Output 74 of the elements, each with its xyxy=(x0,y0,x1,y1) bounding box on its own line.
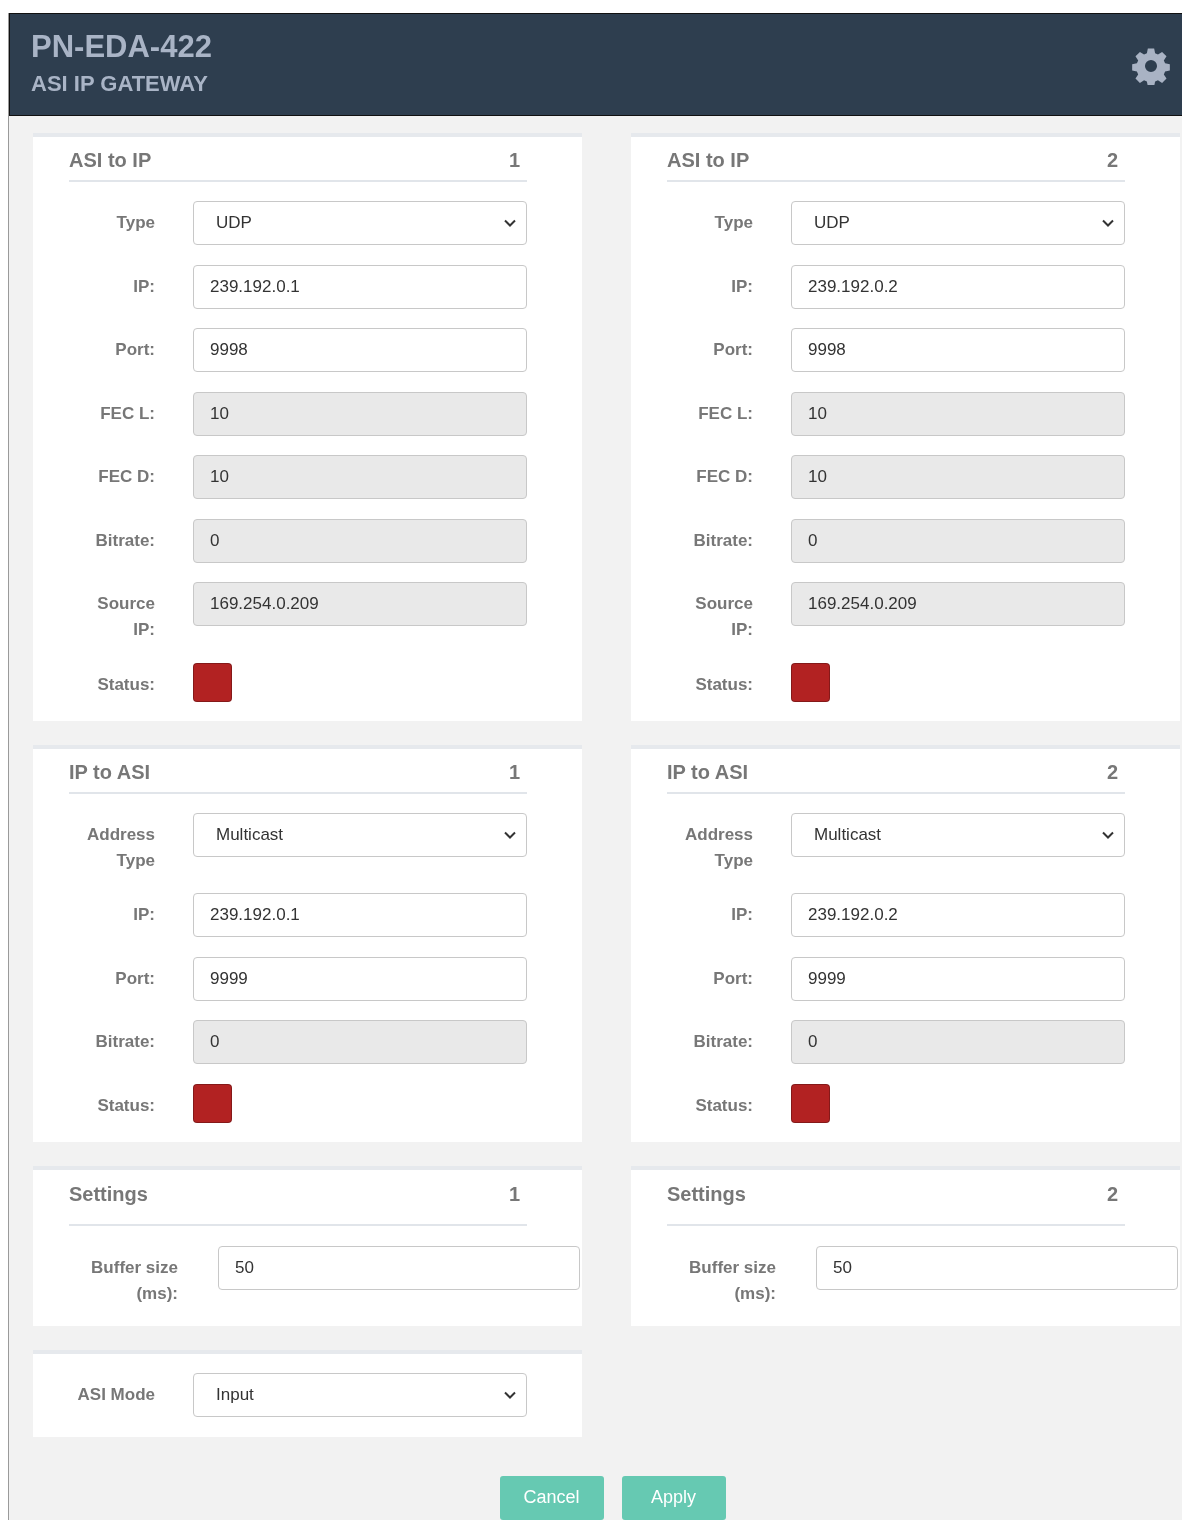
field-label: IP: xyxy=(132,275,155,298)
field-label: Bitrate: xyxy=(692,1031,753,1053)
input-field[interactable]: 9998 xyxy=(193,328,527,372)
panel-number: 1 xyxy=(508,1182,520,1206)
chevron-icon xyxy=(504,830,516,839)
input-field[interactable]: 239.192.0.2 xyxy=(791,264,1125,309)
panel-title: ASI to IP xyxy=(667,149,750,172)
input-field[interactable]: 10 xyxy=(193,455,527,499)
input-field[interactable]: 10 xyxy=(791,455,1125,499)
chevron-icon xyxy=(1102,219,1114,227)
field-label: Source IP: xyxy=(96,593,155,641)
field-label: Type xyxy=(713,212,753,234)
chevron-icon xyxy=(1102,830,1114,839)
field-label: IP: xyxy=(730,904,753,926)
chevron-icon xyxy=(504,1390,516,1399)
panel-number: 1 xyxy=(508,760,520,784)
input-field[interactable]: 0 xyxy=(193,1020,527,1064)
field-label: Address Type xyxy=(85,823,155,872)
input-field[interactable]: 50 xyxy=(218,1245,580,1290)
field-label: Port: xyxy=(114,339,155,361)
input-field[interactable]: 50 xyxy=(816,1245,1178,1290)
field-label: Bitrate: xyxy=(94,1031,155,1053)
device-title: PN-EDA-422 xyxy=(31,28,212,65)
field-label: Status: xyxy=(96,1094,155,1117)
panel-title: Settings xyxy=(69,1182,148,1206)
field-label: IP: xyxy=(132,904,155,926)
field-label: Type xyxy=(115,212,155,234)
panel-number: 2 xyxy=(1106,1182,1118,1206)
field-label: Buffer size (ms): xyxy=(688,1256,776,1305)
field-label: FEC L: xyxy=(697,402,753,425)
dropdown[interactable]: UDP xyxy=(791,201,1125,245)
field-label: Status: xyxy=(96,673,155,696)
field-label: Bitrate: xyxy=(692,529,753,552)
field-label: Buffer size (ms): xyxy=(90,1256,178,1305)
input-field[interactable]: 0 xyxy=(193,518,527,563)
field-label: Port: xyxy=(712,967,753,990)
field-label: Status: xyxy=(694,673,753,696)
field-label: Port: xyxy=(712,339,753,361)
field-label: Address Type xyxy=(683,823,753,872)
panel-number: 2 xyxy=(1106,760,1118,784)
panel-title: IP to ASI xyxy=(667,760,749,784)
field-label: ASI Mode xyxy=(76,1383,155,1406)
field-label: Bitrate: xyxy=(94,529,155,552)
field-label: Source IP: xyxy=(694,593,753,641)
input-field[interactable]: 239.192.0.1 xyxy=(193,893,527,937)
field-label: FEC D: xyxy=(97,466,155,488)
input-field[interactable]: 169.254.0.209 xyxy=(791,582,1125,626)
dropdown[interactable]: UDP xyxy=(193,201,527,245)
input-field[interactable]: 10 xyxy=(791,391,1125,436)
panel-title: Settings xyxy=(667,1182,746,1206)
field-label: FEC D: xyxy=(695,466,753,488)
panel-number: 1 xyxy=(508,149,520,172)
field-label: Port: xyxy=(114,967,155,990)
input-field[interactable]: 9999 xyxy=(791,956,1125,1001)
input-field[interactable]: 239.192.0.1 xyxy=(193,264,527,309)
input-field[interactable]: 239.192.0.2 xyxy=(791,893,1125,937)
field-label: FEC L: xyxy=(99,402,155,425)
device-subtitle: ASI IP GATEWAY xyxy=(31,70,209,97)
input-field[interactable]: 10 xyxy=(193,391,527,436)
field-label: Status: xyxy=(694,1094,753,1117)
input-field[interactable]: 0 xyxy=(791,1020,1125,1064)
field-label: IP: xyxy=(730,275,753,298)
panel-title: ASI to IP xyxy=(69,149,152,172)
input-field[interactable]: 9998 xyxy=(791,328,1125,372)
settings-icon[interactable] xyxy=(1132,46,1170,85)
chevron-icon xyxy=(504,219,516,227)
dropdown[interactable]: Multicast xyxy=(791,812,1125,857)
input-field[interactable]: 169.254.0.209 xyxy=(193,582,527,626)
panel-number: 2 xyxy=(1106,149,1118,172)
input-field[interactable]: 0 xyxy=(791,518,1125,563)
dropdown[interactable]: Input xyxy=(193,1372,527,1417)
input-field[interactable]: 9999 xyxy=(193,956,527,1001)
dropdown[interactable]: Multicast xyxy=(193,812,527,857)
panel-title: IP to ASI xyxy=(69,760,151,784)
